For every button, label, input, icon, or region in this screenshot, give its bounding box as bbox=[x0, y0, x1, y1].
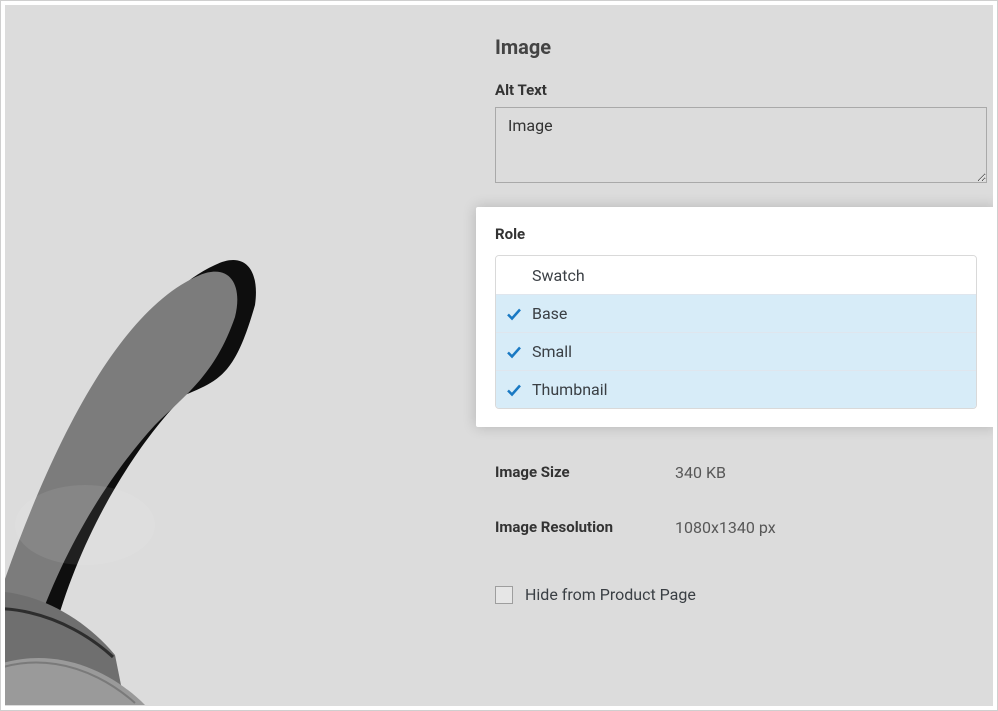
image-size-label: Image Size bbox=[495, 463, 675, 482]
image-detail-panel: Image Alt Text Role Swatch Base Small Thumb… bbox=[495, 25, 987, 604]
check-icon bbox=[506, 344, 532, 360]
product-image-preview bbox=[5, 225, 265, 705]
role-option-label: Small bbox=[532, 342, 572, 361]
check-icon bbox=[506, 306, 532, 322]
check-icon bbox=[506, 382, 532, 398]
section-title: Image bbox=[495, 35, 987, 59]
alt-text-input[interactable] bbox=[495, 107, 987, 183]
role-option-small[interactable]: Small bbox=[496, 332, 976, 370]
modal-frame: Image Alt Text Role Swatch Base Small Thumb… bbox=[0, 0, 998, 711]
alt-text-label: Alt Text bbox=[495, 81, 987, 99]
role-label: Role bbox=[495, 225, 977, 243]
image-resolution-row: Image Resolution 1080x1340 px bbox=[495, 518, 987, 537]
modal-body: Image Alt Text Role Swatch Base Small Thumb… bbox=[5, 5, 993, 706]
hide-from-product-checkbox[interactable] bbox=[495, 586, 513, 604]
role-option-label: Base bbox=[532, 304, 567, 323]
role-list: Swatch Base Small Thumbnail bbox=[495, 255, 977, 409]
hide-from-product-row[interactable]: Hide from Product Page bbox=[495, 585, 987, 604]
role-card: Role Swatch Base Small Thumbnail bbox=[476, 207, 993, 427]
role-option-base[interactable]: Base bbox=[496, 294, 976, 332]
backpack-icon bbox=[5, 225, 265, 705]
image-size-value: 340 KB bbox=[675, 463, 726, 482]
role-option-swatch[interactable]: Swatch bbox=[496, 256, 976, 294]
role-option-label: Thumbnail bbox=[532, 380, 608, 399]
role-option-thumbnail[interactable]: Thumbnail bbox=[496, 370, 976, 408]
image-resolution-value: 1080x1340 px bbox=[675, 518, 776, 537]
image-resolution-label: Image Resolution bbox=[495, 518, 675, 537]
image-size-row: Image Size 340 KB bbox=[495, 463, 987, 482]
role-option-label: Swatch bbox=[532, 266, 585, 285]
hide-from-product-label: Hide from Product Page bbox=[525, 585, 696, 604]
